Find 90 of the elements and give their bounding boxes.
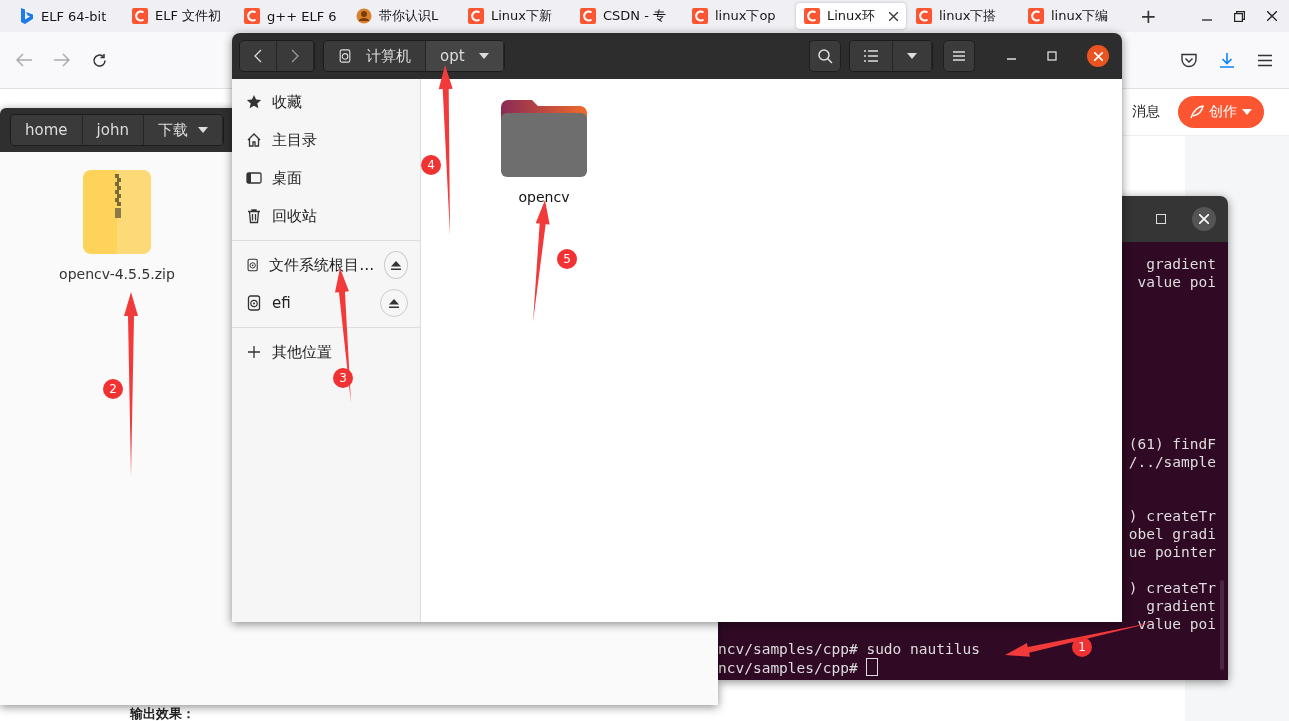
- forward-button[interactable]: [277, 41, 314, 71]
- restore-icon[interactable]: [1234, 10, 1245, 22]
- drive-icon: [246, 257, 260, 273]
- close-icon[interactable]: [889, 11, 898, 21]
- terminal-line: (61) findF: [1128, 435, 1216, 453]
- sidebar-item[interactable]: 收藏: [232, 83, 420, 121]
- terminal-line: ) createTr: [1128, 579, 1216, 597]
- drive-icon: [338, 48, 352, 64]
- csdn-logo-icon: [468, 8, 484, 24]
- text-cursor: [866, 658, 879, 676]
- close-icon[interactable]: [1267, 11, 1277, 21]
- terminal-line: /../sample: [1128, 453, 1216, 471]
- avatar-icon: [356, 8, 372, 24]
- browser-tab[interactable]: Linux环: [796, 3, 906, 29]
- browser-tab[interactable]: linux下op: [684, 3, 794, 29]
- home-icon: [246, 132, 262, 148]
- path-button[interactable]: john: [82, 115, 144, 145]
- terminal-line: gradient: [1146, 597, 1216, 615]
- csdn-logo-icon: [804, 8, 820, 24]
- desktop-icon: [246, 170, 262, 186]
- eject-button[interactable]: [380, 289, 408, 317]
- back-icon: [254, 49, 262, 63]
- caret-icon: [1242, 109, 1252, 115]
- csdn-logo-icon: [1028, 8, 1044, 24]
- terminal-line: value poi: [1137, 273, 1216, 291]
- path-button[interactable]: opt: [426, 41, 504, 71]
- browser-tab[interactable]: linux下编: [1020, 3, 1130, 29]
- trash-icon: [246, 208, 262, 224]
- sidebar-item[interactable]: 回收站: [232, 197, 420, 235]
- menu-button[interactable]: [943, 40, 975, 72]
- folder-icon: [501, 99, 587, 179]
- sidebar-item[interactable]: 桌面: [232, 159, 420, 197]
- browser-tab[interactable]: ELF 64-bit: [12, 3, 122, 29]
- view-options-button[interactable]: [893, 41, 932, 71]
- sidebar-item[interactable]: 主目录: [232, 121, 420, 159]
- csdn-logo-icon: [580, 8, 596, 24]
- terminal-line: ue pointer: [1128, 543, 1216, 561]
- maximize-icon[interactable]: [1047, 51, 1057, 61]
- csdn-logo-icon: [132, 8, 148, 24]
- reload-icon[interactable]: [92, 52, 107, 68]
- close-icon: [1199, 214, 1209, 224]
- terminal-line: gradient: [1146, 255, 1216, 273]
- caret-icon: [907, 53, 917, 59]
- terminal-line: ncv/samples/cpp#: [718, 658, 879, 677]
- plus-icon: [246, 344, 262, 360]
- terminal-line: ncv/samples/cpp# sudo nautilus: [718, 640, 980, 658]
- back-button[interactable]: [240, 41, 277, 71]
- path-button[interactable]: 计算机: [324, 41, 426, 71]
- bing-logo-icon: [20, 8, 34, 24]
- close-icon: [1093, 51, 1103, 61]
- path-button[interactable]: home: [11, 115, 83, 145]
- browser-tab[interactable]: CSDN - 专: [572, 3, 682, 29]
- eject-icon: [389, 298, 399, 308]
- terminal-line: ) createTr: [1128, 507, 1216, 525]
- csdn-logo-icon: [244, 8, 260, 24]
- drive-icon: [246, 295, 262, 311]
- file-name[interactable]: opencv-4.5.5.zip: [59, 266, 175, 282]
- terminal-line: obel gradi: [1128, 525, 1216, 543]
- star-icon: [246, 94, 262, 110]
- browser-tab[interactable]: linux下搭: [908, 3, 1018, 29]
- menu-icon: [953, 51, 965, 61]
- view-button[interactable]: [850, 41, 893, 71]
- eject-icon: [391, 260, 402, 270]
- path-button[interactable]: 下载: [143, 115, 223, 145]
- browser-tab[interactable]: ELF 文件初: [124, 3, 234, 29]
- search-icon: [817, 48, 833, 64]
- section-heading: 输出效果：: [130, 706, 195, 721]
- browser-tab[interactable]: 带你认识L: [348, 3, 458, 29]
- terminal-line: value poi: [1137, 615, 1216, 633]
- quill-icon: [1190, 105, 1204, 119]
- sidebar-item[interactable]: 文件系统根目…: [232, 246, 420, 284]
- eject-button[interactable]: [384, 251, 408, 279]
- new-tab-button[interactable]: +: [1140, 4, 1157, 28]
- menu-icon[interactable]: [1257, 53, 1273, 67]
- download-icon[interactable]: [1219, 52, 1235, 68]
- csdn-logo-icon: [692, 8, 708, 24]
- sidebar-item[interactable]: 其他位置: [232, 333, 420, 371]
- pocket-icon[interactable]: [1181, 52, 1197, 68]
- messages-link[interactable]: 消息: [1132, 103, 1160, 121]
- csdn-logo-icon: [916, 8, 932, 24]
- folder-name[interactable]: opencv: [518, 189, 570, 205]
- list-icon: [864, 50, 878, 62]
- browser-tab[interactable]: Linux下新: [460, 3, 570, 29]
- browser-tab[interactable]: g++ ELF 6: [236, 3, 346, 29]
- close-button[interactable]: [1087, 45, 1109, 67]
- maximize-icon[interactable]: [1156, 214, 1166, 224]
- forward-icon: [291, 49, 299, 63]
- search-button[interactable]: [809, 40, 841, 72]
- zip-archive-icon: [83, 170, 151, 254]
- close-button[interactable]: [1192, 207, 1216, 231]
